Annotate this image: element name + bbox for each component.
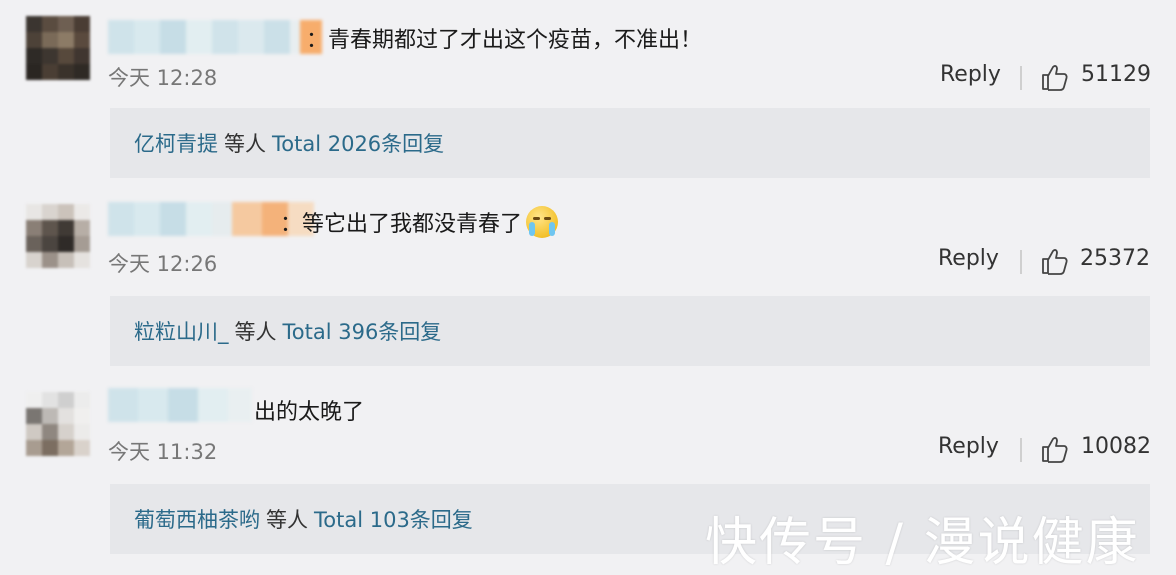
reply-button[interactable]: Reply — [940, 62, 1001, 87]
reply-button[interactable]: Reply — [938, 434, 999, 459]
reply-users-suffix: 等人 — [266, 508, 308, 532]
reply-users-link[interactable]: 粒粒山川_ — [134, 316, 229, 346]
thumbs-up-icon[interactable] — [1040, 62, 1070, 92]
reply-users-link[interactable]: 亿柯青提 — [134, 128, 218, 158]
comment-text: 出的太晚了 — [254, 400, 365, 425]
comment-time: 今天 11:32 — [108, 440, 218, 464]
avatar[interactable] — [26, 204, 90, 268]
crying-emoji-icon — [526, 206, 559, 238]
like-count: 51129 — [1081, 62, 1151, 87]
thumbs-up-icon[interactable] — [1040, 434, 1070, 464]
comment-item: ：等它出了我都没青春了 今天 12:26 Reply 25372 粒粒山川_ 等… — [0, 198, 1176, 378]
comment-time: 今天 12:28 — [108, 66, 218, 90]
avatar[interactable] — [26, 16, 90, 80]
divider — [1020, 438, 1022, 462]
username-blurred[interactable] — [108, 388, 252, 422]
comment-text: ：等它出了我都没青春了 — [280, 206, 559, 238]
reply-total-link[interactable]: Total 2026条回复 — [272, 128, 444, 158]
divider — [1020, 250, 1022, 274]
comment-time: 今天 12:26 — [108, 252, 218, 276]
like-count: 25372 — [1080, 246, 1150, 271]
comment-text: ：青春期都过了才出这个疫苗，不准出！ — [306, 28, 703, 53]
reply-total-link[interactable]: Total 103条回复 — [314, 504, 473, 534]
thumbs-up-icon[interactable] — [1040, 246, 1070, 276]
reply-total-link[interactable]: Total 396条回复 — [283, 316, 442, 346]
reply-users-link[interactable]: 葡萄西柚茶哟 — [134, 504, 260, 534]
reply-button[interactable]: Reply — [938, 246, 999, 271]
comment-text-content: ：等它出了我都没青春了 — [280, 212, 523, 237]
watermark: 快传号 / 漫说健康 — [705, 513, 1140, 573]
like-count: 10082 — [1081, 434, 1151, 459]
avatar[interactable] — [26, 392, 90, 456]
username-blurred[interactable] — [108, 20, 322, 54]
replies-summary[interactable]: 亿柯青提 等人 Total 2026条回复 — [110, 108, 1150, 178]
reply-users-suffix: 等人 — [224, 132, 266, 156]
divider — [1020, 66, 1022, 90]
replies-summary[interactable]: 粒粒山川_ 等人 Total 396条回复 — [110, 296, 1150, 366]
reply-users-suffix: 等人 — [234, 320, 277, 344]
comment-item: ：青春期都过了才出这个疫苗，不准出！ 今天 12:28 Reply 51129 … — [0, 10, 1176, 190]
